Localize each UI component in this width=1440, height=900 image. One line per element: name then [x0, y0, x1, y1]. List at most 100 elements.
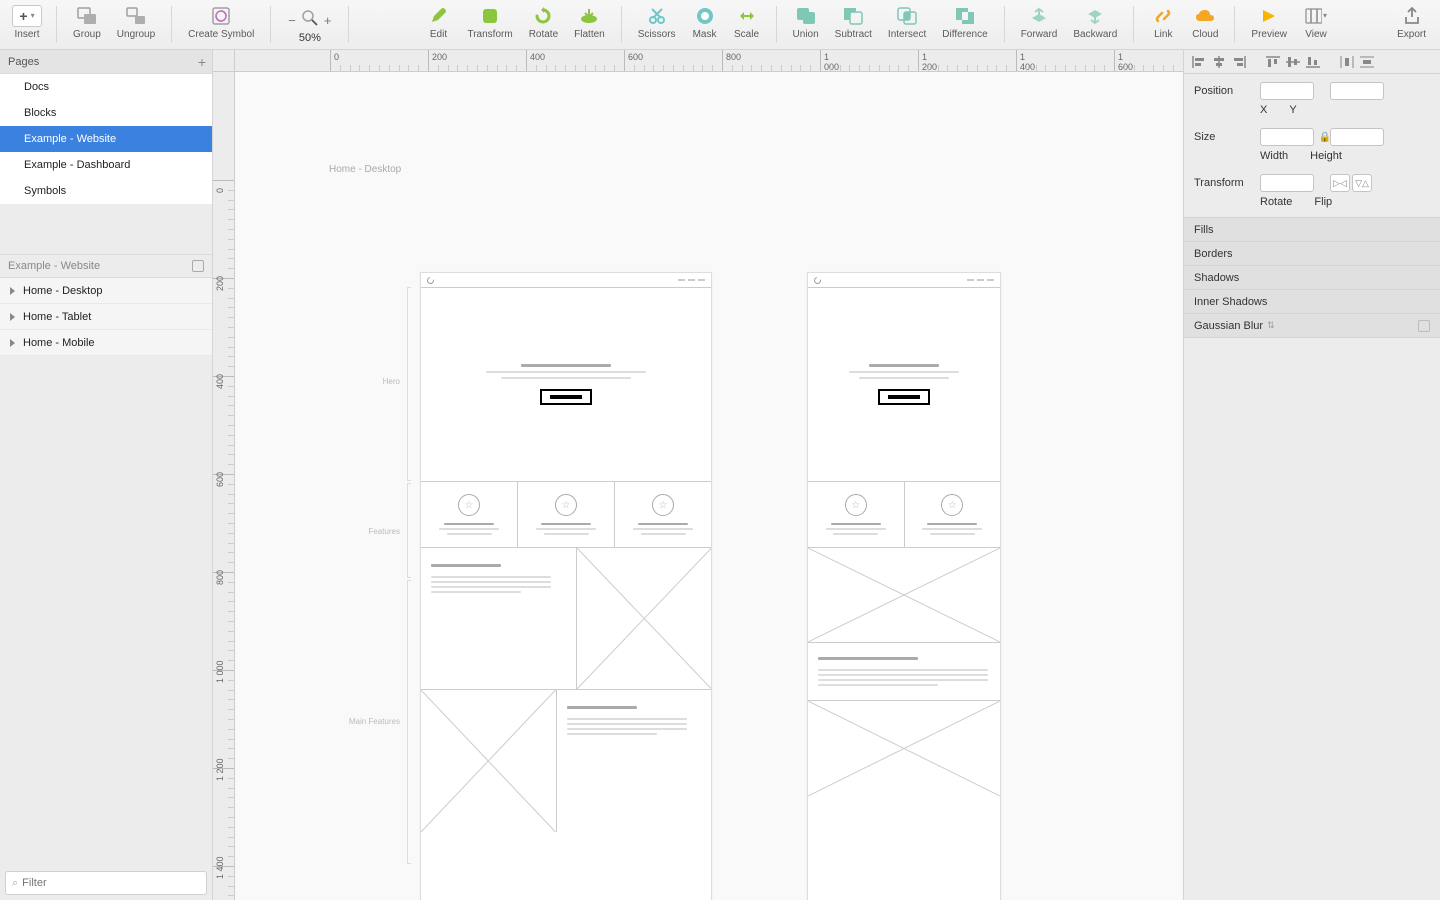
scissors-button[interactable]: Scissors: [630, 1, 684, 49]
flatten-button[interactable]: Flatten: [566, 1, 613, 49]
intersect-button[interactable]: Intersect: [880, 1, 934, 49]
preview-button[interactable]: Preview: [1243, 1, 1295, 49]
hero-section: [808, 288, 1000, 482]
width-input[interactable]: [1260, 128, 1314, 146]
height-input[interactable]: [1330, 128, 1384, 146]
canvas[interactable]: Home - Desktop ☆ ☆ ☆: [235, 72, 1183, 900]
difference-button[interactable]: Difference: [934, 1, 995, 49]
artboard-desktop[interactable]: ☆ ☆ ☆: [420, 272, 712, 900]
artboard-label[interactable]: Home - Desktop: [329, 164, 401, 175]
link-button[interactable]: Link: [1142, 1, 1184, 49]
fills-label: Fills: [1194, 224, 1214, 236]
flip-v-button[interactable]: ▽△: [1352, 174, 1372, 192]
page-item-example-dashboard[interactable]: Example - Dashboard: [0, 152, 212, 178]
fills-section[interactable]: Fills: [1184, 217, 1440, 242]
cloud-label: Cloud: [1192, 29, 1218, 40]
create-symbol-label: Create Symbol: [188, 29, 254, 40]
image-placeholder: [808, 548, 1000, 643]
search-icon: ⌕: [12, 877, 18, 890]
forward-button[interactable]: Forward: [1013, 1, 1066, 49]
inner-shadows-section[interactable]: Inner Shadows: [1184, 289, 1440, 314]
intersect-label: Intersect: [888, 29, 926, 40]
disclosure-triangle-icon[interactable]: [10, 287, 15, 295]
section-label-main-features: Main Features: [335, 717, 400, 726]
backward-button[interactable]: Backward: [1065, 1, 1125, 49]
distribute-h-button[interactable]: [1338, 53, 1356, 71]
width-sublabel: Width: [1260, 150, 1288, 162]
disclosure-triangle-icon[interactable]: [10, 339, 15, 347]
export-icon: [1401, 5, 1423, 27]
size-row: Size 🔒: [1184, 120, 1440, 150]
insert-label: Insert: [14, 29, 39, 40]
reload-icon: [426, 275, 436, 285]
view-button[interactable]: ▾View: [1295, 1, 1337, 49]
pages-list: Docs Blocks Example - Website Example - …: [0, 74, 212, 204]
magnifier-icon[interactable]: [301, 9, 319, 32]
flatten-label: Flatten: [574, 29, 605, 40]
union-icon: [795, 5, 817, 27]
ruler-horizontal[interactable]: 02004006008001 0001 2001 4001 600: [235, 50, 1183, 72]
borders-label: Borders: [1194, 248, 1233, 260]
hero-section: [421, 288, 711, 482]
rotate-label: Rotate: [529, 29, 558, 40]
filter-input[interactable]: [22, 877, 200, 889]
align-bottom-button[interactable]: [1304, 53, 1322, 71]
backward-label: Backward: [1073, 29, 1117, 40]
gaussian-blur-section[interactable]: Gaussian Blur⇅: [1184, 313, 1440, 338]
layer-home-tablet[interactable]: Home - Tablet: [0, 304, 212, 330]
distribute-v-button[interactable]: [1358, 53, 1376, 71]
collapse-layers-button[interactable]: [192, 260, 204, 272]
blur-checkbox[interactable]: [1418, 320, 1430, 332]
layer-home-mobile[interactable]: Home - Mobile: [0, 330, 212, 356]
star-icon: ☆: [562, 500, 571, 511]
align-center-h-button[interactable]: [1210, 53, 1228, 71]
edit-button[interactable]: Edit: [417, 1, 459, 49]
rotate-input[interactable]: [1260, 174, 1314, 192]
insert-button[interactable]: +▾ Insert: [6, 1, 48, 49]
rotate-icon: [532, 5, 554, 27]
filter-bar[interactable]: ⌕: [5, 871, 207, 895]
caret-down-icon: ▾: [31, 11, 35, 20]
scale-button[interactable]: Scale: [726, 1, 768, 49]
star-icon: ☆: [948, 500, 957, 511]
ungroup-button[interactable]: Ungroup: [109, 1, 163, 49]
page-item-blocks[interactable]: Blocks: [0, 100, 212, 126]
zoom-in-button[interactable]: +: [321, 13, 335, 28]
x-input[interactable]: [1260, 82, 1314, 100]
mask-button[interactable]: Mask: [684, 1, 726, 49]
add-page-button[interactable]: +: [198, 54, 206, 70]
align-top-button[interactable]: [1264, 53, 1282, 71]
zoom-out-button[interactable]: −: [285, 13, 299, 28]
artboard-tablet[interactable]: ☆ ☆: [807, 272, 1001, 900]
borders-section[interactable]: Borders: [1184, 241, 1440, 266]
lock-aspect-button[interactable]: 🔒: [1320, 128, 1330, 146]
transform-button[interactable]: Transform: [459, 1, 520, 49]
flip-h-button[interactable]: ▷◁: [1330, 174, 1350, 192]
align-center-v-button[interactable]: [1284, 53, 1302, 71]
create-symbol-button[interactable]: Create Symbol: [180, 1, 262, 49]
subtract-button[interactable]: Subtract: [827, 1, 880, 49]
page-item-example-website[interactable]: Example - Website: [0, 126, 212, 152]
page-item-symbols[interactable]: Symbols: [0, 178, 212, 204]
ruler-vertical[interactable]: 02004006008001 0001 2001 400: [213, 72, 235, 900]
zoom-level: 50%: [299, 32, 321, 44]
subtract-label: Subtract: [835, 29, 872, 40]
export-button[interactable]: Export: [1389, 1, 1434, 49]
union-button[interactable]: Union: [785, 1, 827, 49]
preview-label: Preview: [1251, 29, 1287, 40]
rotate-button[interactable]: Rotate: [521, 1, 566, 49]
align-left-button[interactable]: [1190, 53, 1208, 71]
y-input[interactable]: [1330, 82, 1384, 100]
align-right-button[interactable]: [1230, 53, 1248, 71]
layer-home-desktop[interactable]: Home - Desktop: [0, 278, 212, 304]
scissors-label: Scissors: [638, 29, 676, 40]
shadows-section[interactable]: Shadows: [1184, 265, 1440, 290]
page-item-docs[interactable]: Docs: [0, 74, 212, 100]
disclosure-triangle-icon[interactable]: [10, 313, 15, 321]
group-button[interactable]: Group: [65, 1, 109, 49]
stepper-icon[interactable]: ⇅: [1267, 320, 1275, 331]
position-label: Position: [1194, 85, 1260, 97]
layers-header: Example - Website: [0, 254, 212, 278]
cloud-button[interactable]: Cloud: [1184, 1, 1226, 49]
difference-label: Difference: [942, 29, 987, 40]
